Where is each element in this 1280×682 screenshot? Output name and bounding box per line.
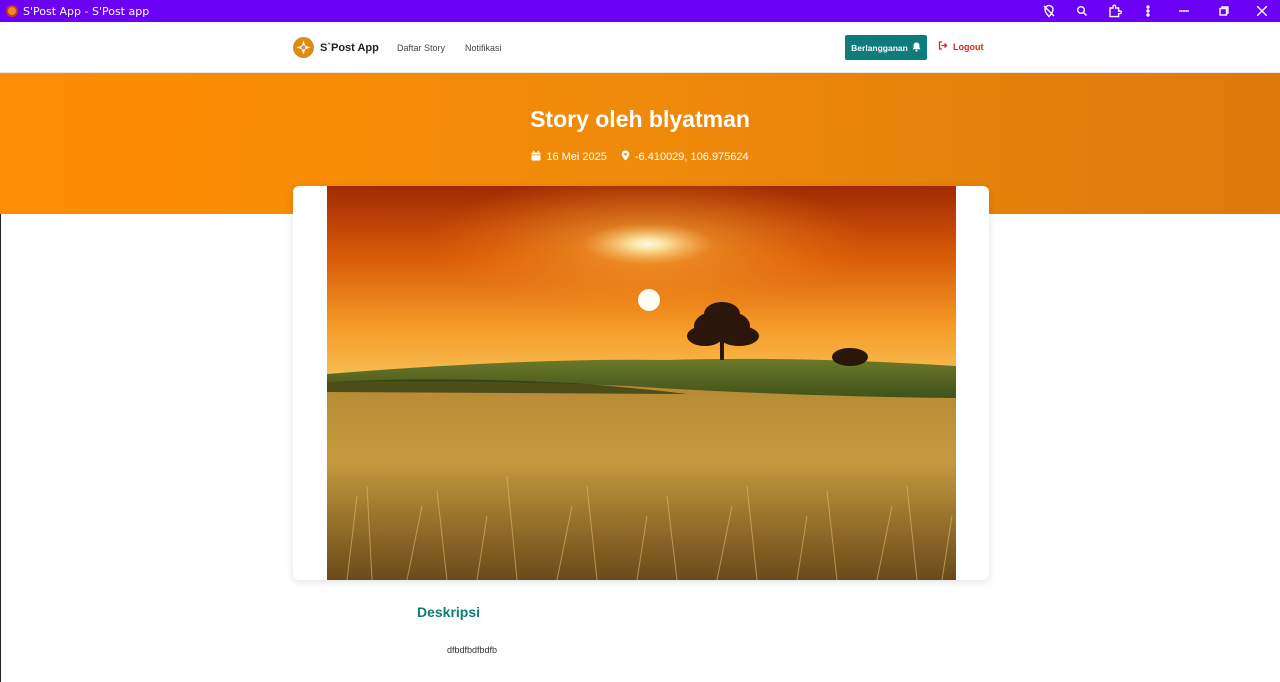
window-controls bbox=[1032, 0, 1280, 22]
story-date: 16 Mei 2025 bbox=[531, 150, 607, 164]
description-text: dfbdfbdfbdfb bbox=[447, 645, 498, 655]
restore-icon[interactable] bbox=[1204, 0, 1244, 22]
zoom-icon[interactable] bbox=[1065, 0, 1098, 22]
calendar-icon bbox=[531, 150, 541, 164]
story-date-text: 16 Mei 2025 bbox=[546, 151, 607, 163]
close-icon[interactable] bbox=[1244, 0, 1280, 22]
description-heading: Deskripsi bbox=[417, 604, 481, 620]
location-off-icon[interactable] bbox=[1032, 0, 1065, 22]
page-edge-divider bbox=[0, 214, 1, 682]
logo-icon bbox=[293, 37, 314, 58]
window-title-bar: S'Post App - S'Post app bbox=[0, 0, 1280, 22]
story-location: -6.410029, 106.975624 bbox=[621, 150, 749, 164]
story-title: Story oleh blyatman bbox=[530, 106, 750, 132]
brand-name: S`Post App bbox=[320, 41, 379, 54]
logout-button[interactable]: Logout bbox=[938, 41, 984, 52]
app-icon bbox=[6, 5, 18, 17]
nav-link-notifikasi[interactable]: Notifikasi bbox=[465, 43, 502, 53]
nav-link-daftar-story[interactable]: Daftar Story bbox=[397, 43, 445, 53]
logout-label: Logout bbox=[953, 41, 984, 52]
more-icon[interactable] bbox=[1131, 0, 1164, 22]
extension-icon[interactable] bbox=[1098, 0, 1131, 22]
story-location-text: -6.410029, 106.975624 bbox=[634, 151, 749, 163]
brand[interactable]: S`Post App bbox=[293, 37, 379, 58]
window-title: S'Post App - S'Post app bbox=[23, 4, 150, 18]
logout-icon bbox=[938, 41, 948, 52]
minimize-icon[interactable] bbox=[1164, 0, 1204, 22]
story-card bbox=[293, 186, 989, 580]
map-pin-icon bbox=[621, 150, 630, 164]
subscribe-label: Berlangganan bbox=[851, 42, 908, 53]
story-meta: 16 Mei 2025 -6.410029, 106.975624 bbox=[0, 150, 1280, 164]
top-navbar: S`Post App Daftar Story Notifikasi Berla… bbox=[0, 22, 1280, 73]
story-photo bbox=[327, 186, 956, 580]
subscribe-button[interactable]: Berlangganan bbox=[845, 35, 927, 60]
bell-icon bbox=[912, 42, 921, 54]
